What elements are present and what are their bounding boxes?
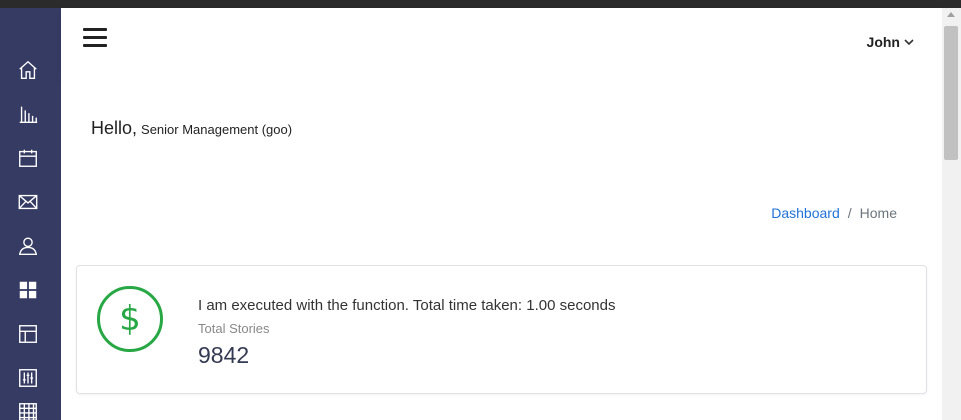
hamburger-line (83, 28, 107, 31)
stats-card: $ I am executed with the function. Total… (76, 265, 927, 394)
sliders-icon (19, 369, 37, 387)
vertical-scrollbar[interactable] (942, 8, 961, 420)
mail-icon (18, 194, 38, 210)
scroll-up-arrow-icon[interactable] (947, 12, 955, 17)
chevron-down-icon (904, 39, 914, 46)
browser-top-bar (0, 0, 961, 8)
execution-message: I am executed with the function. Total t… (198, 297, 616, 314)
sidebar (0, 8, 61, 420)
stat-label: Total Stories (198, 321, 270, 336)
sidebar-item-settings[interactable] (14, 364, 42, 392)
greeting: Hello, Senior Management (goo) (91, 118, 292, 139)
scroll-thumb[interactable] (944, 26, 958, 160)
breadcrumb-current: Home (859, 205, 897, 221)
menu-toggle-button[interactable] (83, 28, 107, 48)
table-icon (19, 403, 37, 420)
sidebar-item-grid[interactable] (14, 276, 42, 304)
top-header: John (61, 8, 942, 80)
sidebar-item-charts[interactable] (14, 100, 42, 128)
sidebar-item-home[interactable] (14, 56, 42, 84)
home-icon (19, 60, 37, 79)
card-text: I am executed with the function. Total t… (198, 297, 615, 369)
breadcrumb-separator: / (847, 205, 852, 221)
user-menu-dropdown[interactable]: John (867, 34, 914, 50)
sidebar-item-mail[interactable] (14, 188, 42, 216)
bar-chart-icon (19, 106, 38, 123)
breadcrumb-dashboard-link[interactable]: Dashboard (771, 205, 840, 221)
hamburger-line (83, 36, 107, 39)
sidebar-item-calendar[interactable] (14, 144, 42, 172)
greeting-role: Senior Management (goo) (141, 122, 293, 137)
sidebar-item-user[interactable] (14, 232, 42, 260)
hamburger-line (83, 44, 107, 47)
main-area: John Hello, Senior Management (goo) Dashb… (61, 8, 942, 420)
breadcrumb: Dashboard / Home (771, 205, 897, 221)
greeting-hello: Hello, (91, 118, 138, 138)
stat-value: 9842 (198, 342, 250, 368)
calendar-icon (19, 149, 37, 167)
grid-icon (19, 281, 37, 299)
layout-icon (19, 325, 37, 343)
page-content: Hello, Senior Management (goo) Dashboard /… (61, 80, 942, 420)
sidebar-item-layout[interactable] (14, 320, 42, 348)
user-name: John (866, 34, 900, 50)
dollar-icon: $ (97, 286, 163, 352)
user-icon (18, 237, 38, 255)
sidebar-item-table[interactable] (14, 398, 42, 420)
